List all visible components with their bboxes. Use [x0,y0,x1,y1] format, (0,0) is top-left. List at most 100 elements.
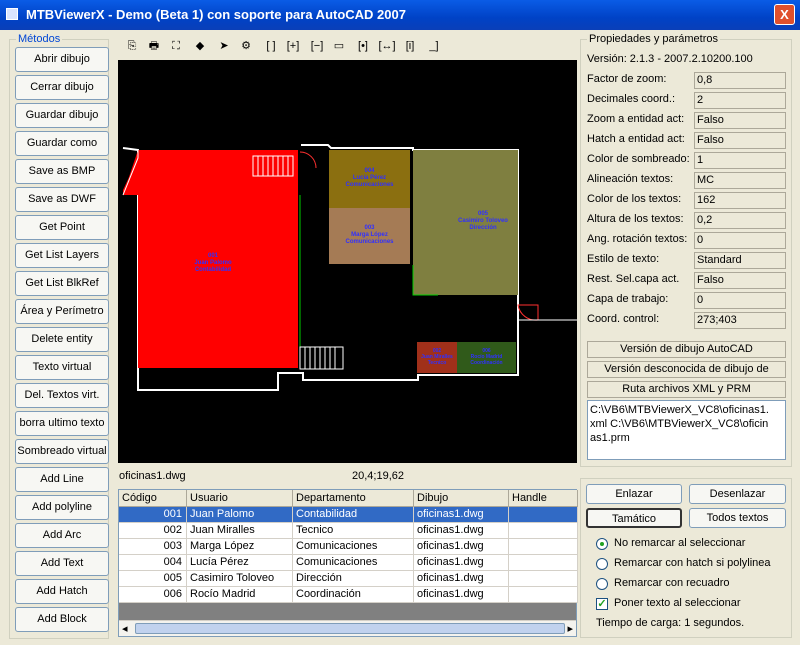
prop-value[interactable]: 0,8 [694,72,786,89]
prop-label: Alineación textos: [587,173,674,185]
todos-textos-button[interactable]: Todos textos [689,508,786,528]
layers-icon[interactable]: ◆ [190,39,210,53]
close-button[interactable]: X [774,4,795,25]
metodo-button-4[interactable]: Save as BMP [15,159,109,184]
table-row[interactable]: 005 Casimiro Toloveo Dirección oficinas1.dw… [119,571,578,587]
window-icon[interactable]: ▭ [329,39,349,53]
metodo-button-15[interactable]: Add Line [15,467,109,492]
metodo-button-3[interactable]: Guardar como [15,131,109,156]
properties-icon[interactable]: ⚙ [236,39,256,53]
info-icon[interactable]: [i] [400,39,420,53]
table-cell: oficinas1.dwg [414,571,509,587]
prop-label: Decimales coord.: [587,93,676,105]
table-cell: Marga López [187,539,293,555]
table-cell [509,571,578,587]
poner-texto-checkbox[interactable]: ✓ [596,598,608,610]
metodo-button-17[interactable]: Add Arc [15,523,109,548]
prop-value[interactable]: 0,2 [694,212,786,229]
option-label[interactable]: No remarcar al seleccionar [614,537,745,549]
title-bar: MTBViewerX - Demo (Beta 1) con soporte p… [0,0,800,30]
metodo-button-13[interactable]: borra ultimo texto [15,411,109,436]
print-icon[interactable]: 🖶 [144,39,164,53]
col-dibujo[interactable]: Dibujo [414,490,509,507]
scroll-right-icon[interactable]: ▸ [567,622,573,635]
table-cell: 006 [119,587,187,603]
pan-icon[interactable]: [↔] [377,39,397,53]
col-codigo[interactable]: Código [119,490,187,507]
paths-textbox[interactable]: C:\VB6\MTBViewerX_VC8\oficinas1.xml C:\V… [587,400,786,460]
option-label[interactable]: Remarcar con hatch si polylinea [614,557,771,569]
metodo-button-5[interactable]: Save as DWF [15,187,109,212]
metodo-button-19[interactable]: Add Hatch [15,579,109,604]
poner-texto-label[interactable]: Poner texto al seleccionar [614,597,741,609]
baseline-icon[interactable]: _] [424,39,444,53]
metodo-button-11[interactable]: Texto virtual [15,355,109,380]
col-usuario[interactable]: Usuario [187,490,293,507]
metodo-button-7[interactable]: Get List Layers [15,243,109,268]
users-table[interactable]: Código Usuario Departamento Dibujo Handl… [118,489,578,637]
prop-value[interactable]: Standard [694,252,786,269]
table-row[interactable]: 001 Juan Palomo Contabilidad oficinas1.dwg [119,507,578,523]
metodo-button-18[interactable]: Add Text [15,551,109,576]
option-label[interactable]: Remarcar con recuadro [614,577,730,589]
table-cell: oficinas1.dwg [414,507,509,523]
metodo-button-6[interactable]: Get Point [15,215,109,240]
prop-value[interactable]: MC [694,172,786,189]
option-radio[interactable] [596,578,608,590]
prop-value[interactable]: Falso [694,112,786,129]
table-cell: 005 [119,571,187,587]
metodo-button-14[interactable]: Sombreado virtual [15,439,109,464]
metodo-button-2[interactable]: Guardar dibujo [15,103,109,128]
table-cell: Tecnico [293,523,414,539]
bracket-icon[interactable]: [ ] [261,39,281,53]
option-radio[interactable] [596,538,608,550]
table-row[interactable]: 004 Lucía Pérez Comunicaciones oficinas1.dw… [119,555,578,571]
room-003-label: 003 Marga López Comunicaciones [329,225,410,246]
tamatico-button[interactable]: Tamático [586,508,682,528]
table-cell: Casimiro Toloveo [187,571,293,587]
table-cell: oficinas1.dwg [414,523,509,539]
metodo-button-12[interactable]: Del. Textos virt. [15,383,109,408]
table-row[interactable]: 002 Juan Miralles Tecnico oficinas1.dwg [119,523,578,539]
metodo-button-0[interactable]: Abrir dibujo [15,47,109,72]
table-header: Código Usuario Departamento Dibujo Handl… [119,490,578,507]
metodo-button-16[interactable]: Add polyline [15,495,109,520]
horizontal-scrollbar[interactable]: ◂ ▸ [119,620,576,636]
prop-value[interactable]: 0 [694,292,786,309]
room-006-dept: Coordinación [470,360,503,366]
metodo-button-9[interactable]: Área y Perímetro [15,299,109,324]
prop-label: Altura de los textos: [587,213,684,225]
table-cell [509,555,578,571]
room-002-label: 002 Juan Miralles Tecnico [417,348,457,366]
prop-value[interactable]: 2 [694,92,786,109]
prop-value[interactable]: 162 [694,192,786,209]
metodo-button-10[interactable]: Delete entity [15,327,109,352]
metodo-button-20[interactable]: Add Block [15,607,109,632]
prop-value[interactable]: 273;403 [694,312,786,329]
prop-value[interactable]: Falso [694,272,786,289]
copy-icon[interactable]: ⎘ [122,39,142,53]
desenlazar-button[interactable]: Desenlazar [689,484,786,504]
table-row[interactable]: 006 Rocío Madrid Coordinación oficinas1.dwg [119,587,578,603]
scroll-left-icon[interactable]: ◂ [122,622,128,635]
scroll-thumb[interactable] [135,623,565,634]
col-handle[interactable]: Handle [509,490,578,507]
prop-value[interactable]: Falso [694,132,786,149]
fit-width-icon[interactable]: [•] [353,39,373,53]
metodo-button-8[interactable]: Get List BlkRef [15,271,109,296]
zoom-in-icon[interactable]: [+] [283,39,303,53]
zoom-extents-icon[interactable]: ⛶ [166,39,186,53]
prop-value[interactable]: 1 [694,152,786,169]
metodo-button-1[interactable]: Cerrar dibujo [15,75,109,100]
enlazar-button[interactable]: Enlazar [586,484,682,504]
room-001-name: Juan Palomo [194,260,232,266]
option-radio[interactable] [596,558,608,570]
col-departamento[interactable]: Departamento [293,490,414,507]
drawing-canvas[interactable]: 001 Juan Palomo Contabilidad 004 Lucía P… [118,60,577,463]
prop-value[interactable]: 0 [694,232,786,249]
paths-label: Ruta archivos XML y PRM [587,381,786,398]
table-row[interactable]: 003 Marga López Comunicaciones oficinas1.dw… [119,539,578,555]
room-002-dept: Tecnico [427,360,447,366]
zoom-out-icon[interactable]: [−] [307,39,327,53]
pointer-icon[interactable]: ➤ [214,39,234,53]
